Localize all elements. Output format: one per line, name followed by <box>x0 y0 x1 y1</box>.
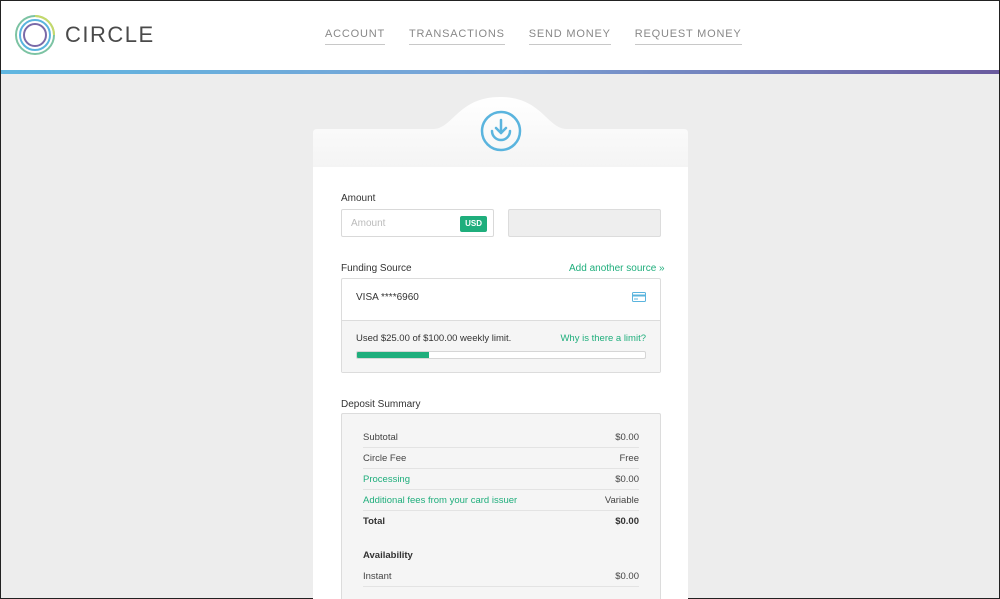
nav-item-request-money[interactable]: REQUEST MONEY <box>634 28 742 45</box>
converted-amount-field <box>508 209 661 237</box>
amount-placeholder: Amount <box>351 218 386 229</box>
amount-label: Amount <box>341 193 376 204</box>
download-icon <box>480 110 522 152</box>
currency-badge[interactable]: USD <box>460 216 487 232</box>
credit-card-icon <box>632 292 646 302</box>
nav-item-send-money[interactable]: SEND MONEY <box>528 28 611 45</box>
main-nav: ACCOUNT TRANSACTIONS SEND MONEY REQUEST … <box>325 28 742 45</box>
summary-value: $0.00 <box>615 432 639 443</box>
summary-row-subtotal: Subtotal $0.00 <box>363 427 639 448</box>
deposit-summary-label: Deposit Summary <box>341 399 421 410</box>
limit-progress-fill <box>357 352 429 358</box>
nav-item-transactions[interactable]: TRANSACTIONS <box>409 28 505 45</box>
weekly-limit-panel: Used $25.00 of $100.00 weekly limit. Why… <box>342 320 660 372</box>
amount-input[interactable]: Amount USD <box>341 209 494 237</box>
processing-link[interactable]: Processing <box>363 474 410 485</box>
add-source-link[interactable]: Add another source » <box>569 263 665 274</box>
summary-key: Circle Fee <box>363 453 407 464</box>
circle-logo-icon[interactable] <box>14 14 56 56</box>
funding-source-box[interactable]: VISA ****6960 Used $25.00 of $100.00 wee… <box>341 278 661 373</box>
summary-row-additional-fees: Additional fees from your card issuer Va… <box>363 490 639 511</box>
summary-key: Total <box>363 516 385 527</box>
funding-source-label: Funding Source <box>341 263 412 274</box>
funding-card-text: VISA ****6960 <box>356 292 419 303</box>
limit-text: Used $25.00 of $100.00 weekly limit. <box>356 333 512 344</box>
deposit-summary-box: Subtotal $0.00 Circle Fee Free Processin… <box>341 413 661 599</box>
summary-value: $0.00 <box>615 571 639 582</box>
summary-row-circle-fee: Circle Fee Free <box>363 448 639 469</box>
summary-value: Variable <box>604 495 639 506</box>
summary-row-processing: Processing $0.00 <box>363 469 639 490</box>
availability-title: Availability <box>363 550 413 561</box>
summary-value: Free <box>619 453 639 464</box>
header-accent-bar <box>1 70 999 74</box>
limit-progress-bar <box>356 351 646 359</box>
brand-name[interactable]: CIRCLE <box>65 22 155 48</box>
summary-row-instant: Instant $0.00 <box>363 566 639 587</box>
summary-key: Instant <box>363 571 392 582</box>
summary-value: $0.00 <box>615 516 639 527</box>
summary-row-total: Total $0.00 <box>363 511 639 532</box>
limit-help-link[interactable]: Why is there a limit? <box>560 333 646 344</box>
summary-value: $0.00 <box>615 474 639 485</box>
additional-fees-link[interactable]: Additional fees from your card issuer <box>363 495 517 506</box>
top-header: CIRCLE ACCOUNT TRANSACTIONS SEND MONEY R… <box>1 1 999 70</box>
summary-key: Subtotal <box>363 432 398 443</box>
nav-item-account[interactable]: ACCOUNT <box>325 28 385 45</box>
